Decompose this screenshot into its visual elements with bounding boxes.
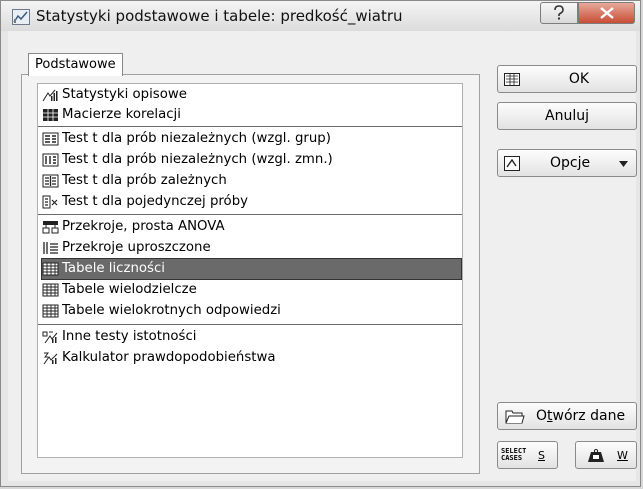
list-item[interactable]: Przekroje, prosta ANOVA bbox=[42, 217, 461, 237]
list-item[interactable]: Statystyki opisowe bbox=[42, 85, 461, 105]
ttest-dependent-icon bbox=[42, 174, 59, 188]
options-icon bbox=[504, 156, 520, 171]
ok-label: OK bbox=[568, 71, 590, 87]
frequency-table-icon bbox=[42, 262, 59, 276]
list-item-label: Statystyki opisowe bbox=[62, 87, 187, 102]
list-item[interactable]: Inne testy istotności bbox=[42, 327, 461, 347]
cancel-label: Anuluj bbox=[545, 108, 589, 124]
help-button[interactable] bbox=[540, 2, 578, 24]
list-item-label: Przekroje, prosta ANOVA bbox=[62, 219, 225, 234]
ok-button[interactable]: OK bbox=[497, 65, 637, 93]
group-separator bbox=[38, 214, 462, 215]
list-item[interactable]: Test t dla prób niezależnych (wzgl. grup… bbox=[42, 129, 461, 149]
list-item[interactable]: Tabele wielokrotnych odpowiedzi bbox=[42, 301, 461, 321]
significance-test-icon bbox=[42, 331, 58, 344]
list-item[interactable]: Test t dla pojedynczej próby bbox=[42, 192, 461, 212]
select-cases-button[interactable]: SELECT CASES S bbox=[497, 441, 558, 469]
folder-open-icon bbox=[505, 410, 525, 424]
options-button[interactable]: Opcje bbox=[497, 149, 637, 177]
multiresponse-table-icon bbox=[42, 304, 59, 318]
list-item-label: Test t dla prób niezależnych (wzgl. grup… bbox=[62, 131, 331, 146]
matrix-icon bbox=[43, 109, 58, 121]
group-separator bbox=[38, 126, 462, 127]
weight-icon bbox=[588, 449, 604, 462]
weight-button[interactable]: W bbox=[575, 441, 637, 469]
probability-calculator-icon bbox=[43, 352, 58, 365]
list-item[interactable]: Kalkulator prawdopodobieństwa bbox=[42, 348, 461, 368]
ttest-groups-icon bbox=[42, 132, 59, 146]
chevron-down-icon bbox=[619, 161, 628, 167]
list-item[interactable]: Test t dla prób niezależnych (wzgl. zmn.… bbox=[42, 150, 461, 170]
list-item-label: Test t dla prób zależnych bbox=[62, 173, 227, 188]
help-icon bbox=[554, 5, 564, 20]
close-button[interactable] bbox=[578, 2, 635, 24]
list-item-label: Kalkulator prawdopodobieństwa bbox=[62, 350, 276, 365]
list-item-label: Tabele wielodzielcze bbox=[62, 282, 197, 297]
list-item[interactable]: Test t dla prób zależnych bbox=[42, 171, 461, 191]
app-icon bbox=[12, 9, 30, 25]
list-item-label: Test t dla pojedynczej próby bbox=[62, 194, 248, 209]
breakdown-icon bbox=[42, 221, 59, 234]
dialog-window: Statystyki podstawowe i tabele: predkość… bbox=[0, 0, 641, 487]
list-item[interactable]: Tabele wielodzielcze bbox=[42, 280, 461, 300]
cancel-button[interactable]: Anuluj bbox=[497, 102, 637, 130]
ttest-vars-icon bbox=[42, 153, 59, 167]
title-bar[interactable]: Statystyki podstawowe i tabele: predkość… bbox=[1, 1, 640, 31]
list-item[interactable]: Przekroje uproszczone bbox=[42, 238, 461, 258]
list-item-label: Test t dla prób niezależnych (wzgl. zmn.… bbox=[62, 152, 333, 167]
open-data-button[interactable]: Ot wórz dane bbox=[497, 402, 637, 430]
list-item-label: Macierze korelacji bbox=[62, 107, 181, 122]
select-cases-key: S bbox=[538, 448, 545, 462]
list-item[interactable]: Macierze korelacji bbox=[42, 105, 461, 125]
weight-key: W bbox=[617, 448, 628, 462]
open-data-label: Ot wórz dane bbox=[536, 408, 626, 424]
tab-podstawowe[interactable]: Podstawowe bbox=[28, 53, 123, 76]
list-item-label: Tabele wielokrotnych odpowiedzi bbox=[62, 303, 281, 318]
options-label: Opcje bbox=[550, 155, 591, 171]
window-title: Statystyki podstawowe i tabele: predkość… bbox=[36, 7, 403, 25]
select-cases-icon: SELECT CASES bbox=[501, 447, 527, 462]
crosstab-icon bbox=[42, 283, 59, 297]
bar-chart-icon bbox=[42, 89, 58, 102]
ttest-single-icon bbox=[42, 195, 58, 209]
group-separator bbox=[38, 324, 462, 325]
list-item-label: Przekroje uproszczone bbox=[62, 240, 211, 255]
close-icon bbox=[599, 7, 614, 19]
list-item-label: Inne testy istotności bbox=[62, 329, 197, 344]
analysis-list[interactable]: Statystyki opisowe Macierze korelacji Te… bbox=[37, 83, 463, 458]
simple-breakdown-icon bbox=[43, 242, 58, 254]
list-item-label: Tabele liczności bbox=[62, 261, 165, 276]
list-item-selected[interactable]: Tabele liczności bbox=[41, 258, 462, 280]
